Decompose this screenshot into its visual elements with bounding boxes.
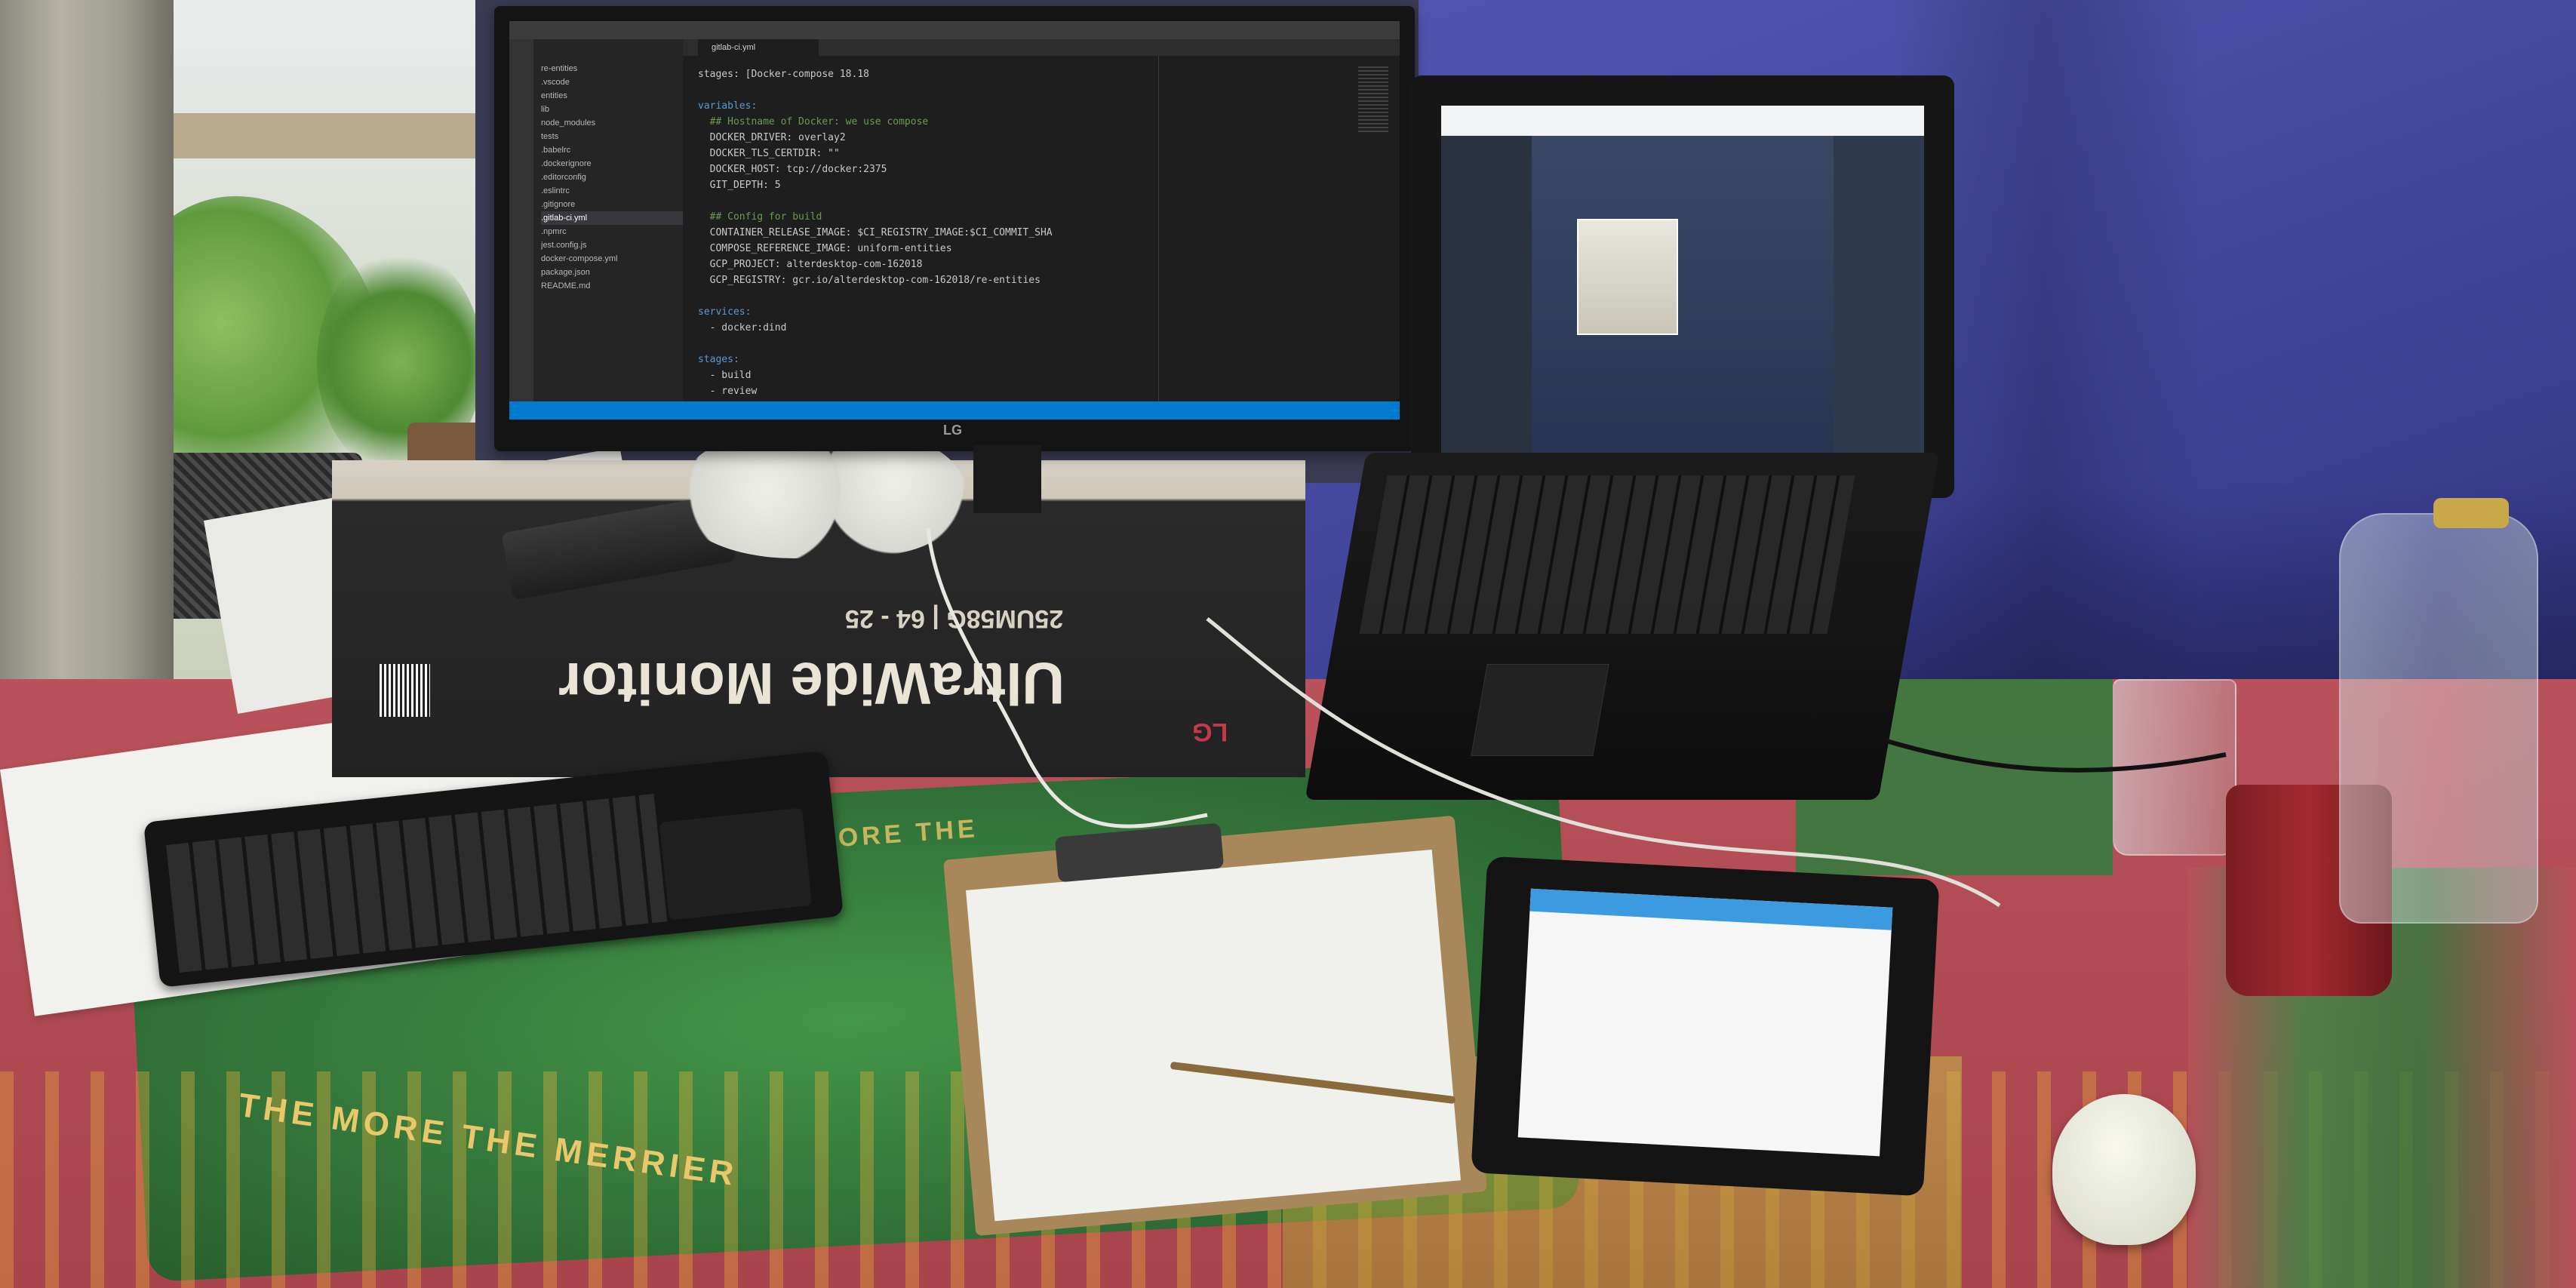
editor-tab-active[interactable]: gitlab-ci.yml — [698, 39, 819, 56]
code-line: stages: [Docker-compose 18.18 — [698, 69, 869, 80]
code-line: services: — [698, 306, 752, 318]
file-tree-item[interactable]: docker-compose.yml — [541, 252, 683, 266]
file-tree-item[interactable]: .npmrc — [541, 225, 683, 238]
code-line: stages: — [698, 354, 739, 365]
code-line: DOCKER_TLS_CERTDIR: "" — [698, 148, 840, 159]
file-tree-item[interactable]: README.md — [541, 279, 683, 293]
code-line: - docker:dind — [698, 322, 787, 334]
file-tree-item[interactable]: tests — [541, 130, 683, 143]
laptop-screen — [1441, 106, 1924, 460]
code-line: variables: — [698, 100, 758, 112]
explorer-sidebar: re-entities .vscode entities lib node_mo… — [533, 39, 683, 420]
code-line: GCP_REGISTRY: gcr.io/alterdesktop-com-16… — [698, 275, 1041, 286]
code-line: - review — [698, 386, 758, 397]
minimap — [1358, 66, 1388, 134]
water-bottle — [2339, 513, 2538, 924]
file-tree-item[interactable]: .gitignore — [541, 198, 683, 211]
code-line: GCP_PROJECT: alterdesktop-com-162018 — [698, 259, 923, 270]
editor-statusbar — [509, 401, 1400, 420]
computer-mouse — [2052, 1094, 2196, 1245]
code-line: GIT_DEPTH: 5 — [698, 180, 781, 191]
file-tree-item[interactable]: jest.config.js — [541, 238, 683, 252]
chat-sidebar — [1441, 136, 1532, 460]
box-model-label: 25UM58G | 64 - 25 — [845, 604, 1064, 633]
box-barcode-label — [377, 664, 430, 717]
file-tree-item[interactable]: .gitlab-ci.yml — [541, 211, 683, 225]
file-tree-item[interactable]: .editorconfig — [541, 171, 683, 184]
clipboard-paper — [966, 849, 1461, 1222]
code-line: CONTAINER_RELEASE_IMAGE: $CI_REGISTRY_IM… — [698, 227, 1053, 238]
file-tree-item[interactable]: .dockerignore — [541, 157, 683, 171]
wireless-keyboard-touchpad — [659, 807, 813, 921]
code-area[interactable]: stages: [Docker-compose 18.18 variables:… — [698, 66, 1151, 398]
code-lines: stages: [Docker-compose 18.18 variables:… — [698, 66, 1151, 398]
editor-tab-label: gitlab-ci.yml — [712, 43, 756, 52]
box-brand-label: LG — [1192, 718, 1228, 746]
drinking-glass — [2113, 679, 2236, 856]
code-line: ## Hostname of Docker: we use compose — [698, 116, 929, 128]
editor-titlebar — [509, 21, 1400, 39]
desk-photo: THE MORE THE MERRIER THE MORE THE UltraW… — [0, 0, 2576, 1288]
activity-bar — [509, 39, 533, 401]
file-tree-item[interactable]: .babelrc — [541, 143, 683, 157]
code-line: ## Config for build — [698, 211, 822, 223]
bottle-cap — [2433, 498, 2509, 528]
laptop-touchpad — [1471, 664, 1609, 756]
file-tree-item[interactable]: .vscode — [541, 75, 683, 89]
monitor-brand: LG — [943, 423, 962, 438]
chat-members — [1834, 136, 1924, 460]
code-line: DOCKER_DRIVER: overlay2 — [698, 132, 846, 143]
file-tree-item[interactable]: entities — [541, 89, 683, 103]
monitor-screen: gitlab-ci.yml re-entities .vscode entiti… — [509, 21, 1400, 420]
chat-header — [1441, 106, 1924, 136]
file-tree-item[interactable]: .eslintrc — [541, 184, 683, 198]
monitor-stand — [973, 445, 1041, 513]
file-tree-item[interactable]: package.json — [541, 266, 683, 279]
laptop-keyboard — [1359, 475, 1855, 634]
code-line: - build — [698, 370, 752, 381]
file-tree: re-entities .vscode entities lib node_mo… — [533, 62, 683, 293]
code-line: COMPOSE_REFERENCE_IMAGE: uniform-entitie… — [698, 243, 952, 254]
code-line: DOCKER_HOST: tcp://docker:2375 — [698, 164, 887, 175]
file-tree-item[interactable]: node_modules — [541, 116, 683, 130]
file-tree-item[interactable]: re-entities — [541, 62, 683, 75]
shared-image — [1577, 219, 1678, 335]
tablet-screen — [1517, 888, 1893, 1157]
box-product-label: UltraWide Monitor — [558, 650, 1065, 717]
file-tree-item[interactable]: lib — [541, 103, 683, 116]
